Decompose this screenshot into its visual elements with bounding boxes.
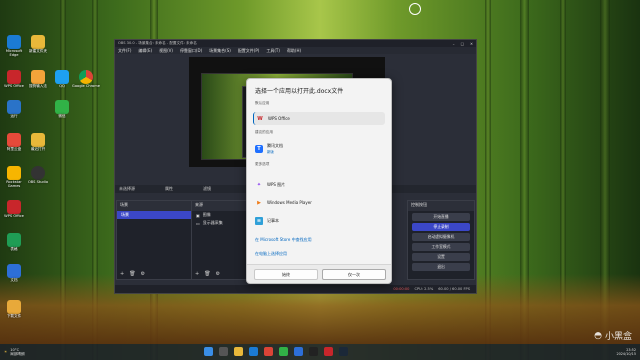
studio-mode-button[interactable]: 工作室模式 [412,243,470,251]
app-option-wps-pictures[interactable]: ✦ WPS 图片 [253,178,385,191]
filters-button[interactable]: 滤镜 [203,186,211,192]
remove-icon[interactable]: 🗑 [204,271,210,277]
dialog-footer: 始终 仅一次 [247,264,391,283]
close-icon[interactable]: ✕ [470,42,473,46]
choose-app-on-pc-link[interactable]: 在电脑上选择应用 [255,251,287,257]
desktop-icon[interactable]: 下载文件 [0,300,28,318]
fps: 60.00 / 60.00 FPS [438,287,470,291]
open-with-dialog: 选择一个应用以打开此.docx文件 默认应用 W WPS Office 建议的应… [246,78,392,284]
app-option-notepad[interactable]: ≡ 记事本 [253,214,385,227]
desktop-icon[interactable]: WPS Office [0,200,28,218]
clock[interactable]: 23:52 2024/10/15 [616,348,640,356]
minimize-icon[interactable]: – [453,42,455,46]
app-option-media-player[interactable]: ▶ Windows Media Player [253,196,385,209]
properties-button[interactable]: 属性 [165,186,173,192]
search-icon[interactable] [219,347,228,356]
monitor-icon: ▭ [196,220,200,226]
desktop-icon[interactable]: 表格 [0,233,28,251]
desktop-icon[interactable]: OBS Studio [24,166,52,184]
add-icon[interactable]: + [120,271,124,277]
start-icon[interactable] [204,347,213,356]
menu-scene-collection[interactable]: 场景集合(S) [209,48,231,54]
desktop-icon[interactable]: 运行 [0,100,28,118]
scenes-dock: 场景 场景 + 🗑 ⚙ [116,200,192,280]
wps-icon: W [257,115,263,122]
controls-dock: 控制按钮 开始直播 停止录制 启动虚拟摄像机 工作室模式 设置 退出 [407,200,475,280]
chrome-icon[interactable]: Google Chrome [72,70,100,88]
app-option-tencent-docs[interactable]: T 腾讯文档 新版 [253,141,385,156]
desktop-icon[interactable]: 文档 [0,264,28,282]
controls-title: 控制按钮 [408,201,474,211]
wechat-icon[interactable] [279,347,288,356]
wps-icon[interactable] [324,347,333,356]
rec-time: 00:00:00 [393,287,410,291]
scene-item[interactable]: 场景 [117,211,191,219]
menu-edit[interactable]: 编辑(E) [138,48,152,54]
file-explorer-icon[interactable] [234,347,243,356]
scenes-title: 场景 [117,201,191,211]
cpu-usage: CPU: 2.5% [414,287,434,291]
weather-widget[interactable]: ☀ 10°C 局部晴朗 [0,348,25,357]
obs-logo-icon [406,3,424,21]
chrome-icon[interactable] [264,347,273,356]
settings-icon[interactable]: ⚙ [141,271,145,277]
add-icon[interactable]: + [195,271,199,277]
image-icon: ▣ [196,212,200,218]
tencent-docs-icon: T [255,144,263,153]
watermark-logo-icon: ◓ [594,330,602,341]
desktop-icon[interactable]: 新建文件夹 [24,35,52,53]
section-suggested: 建议的应用 [255,130,273,134]
notepad-icon: ≡ [255,216,263,225]
obs-menubar: 文件(F) 编辑(E) 视图(V) 停靠窗口(D) 场景集合(S) 配置文件(P… [115,47,476,54]
obs-title: OBS 30.0 - 场景集合: 未命名 - 配置文件: 未命名 [118,41,197,45]
media-player-icon: ▶ [257,199,261,206]
menu-tools[interactable]: 工具(T) [266,48,280,54]
stop-recording-button[interactable]: 停止录制 [412,223,470,231]
settings-icon[interactable]: ⚙ [216,271,220,277]
taskbar: ☀ 10°C 局部晴朗 23:52 2024/10/15 [0,344,640,360]
desktop-icon[interactable]: 微信 [48,100,76,118]
menu-help[interactable]: 帮助(H) [287,48,301,54]
dialog-title: 选择一个应用以打开此.docx文件 [255,88,344,95]
taskbar-apps [204,347,348,356]
virtual-camera-button[interactable]: 启动虚拟摄像机 [412,233,470,241]
weather-icon: ☀ [4,350,8,354]
watermark: ◓ 小黑盒 [594,330,632,343]
exit-button[interactable]: 退出 [412,263,470,271]
desktop-icon[interactable]: 最近打开 [24,133,52,151]
find-in-store-link[interactable]: 在 Microsoft Store 中查找应用 [255,237,312,243]
wps-pictures-icon: ✦ [256,181,262,188]
obs-icon[interactable] [309,347,318,356]
menu-view[interactable]: 视图(V) [159,48,173,54]
settings-button[interactable]: 设置 [412,253,470,261]
section-default: 默认应用 [255,101,270,105]
menu-profile[interactable]: 配置文件(P) [238,48,260,54]
edge-icon[interactable] [249,347,258,356]
menu-file[interactable]: 文件(F) [118,48,131,54]
steam-icon[interactable] [339,347,348,356]
section-more: 更多选项 [255,162,270,166]
obs-titlebar: OBS 30.0 - 场景集合: 未命名 - 配置文件: 未命名 – □ ✕ [115,40,476,47]
store-icon[interactable] [294,347,303,356]
start-streaming-button[interactable]: 开始直播 [412,213,470,221]
no-source-label: 未选择源 [119,186,135,191]
always-button[interactable]: 始终 [254,269,318,280]
menu-docks[interactable]: 停靠窗口(D) [180,48,202,54]
obs-statusbar: 00:00:00 CPU: 2.5% 60.00 / 60.00 FPS [115,285,476,293]
remove-icon[interactable]: 🗑 [129,271,135,277]
just-once-button[interactable]: 仅一次 [322,269,386,280]
maximize-icon[interactable]: □ [461,42,464,46]
app-option-wps[interactable]: W WPS Office [253,112,385,125]
